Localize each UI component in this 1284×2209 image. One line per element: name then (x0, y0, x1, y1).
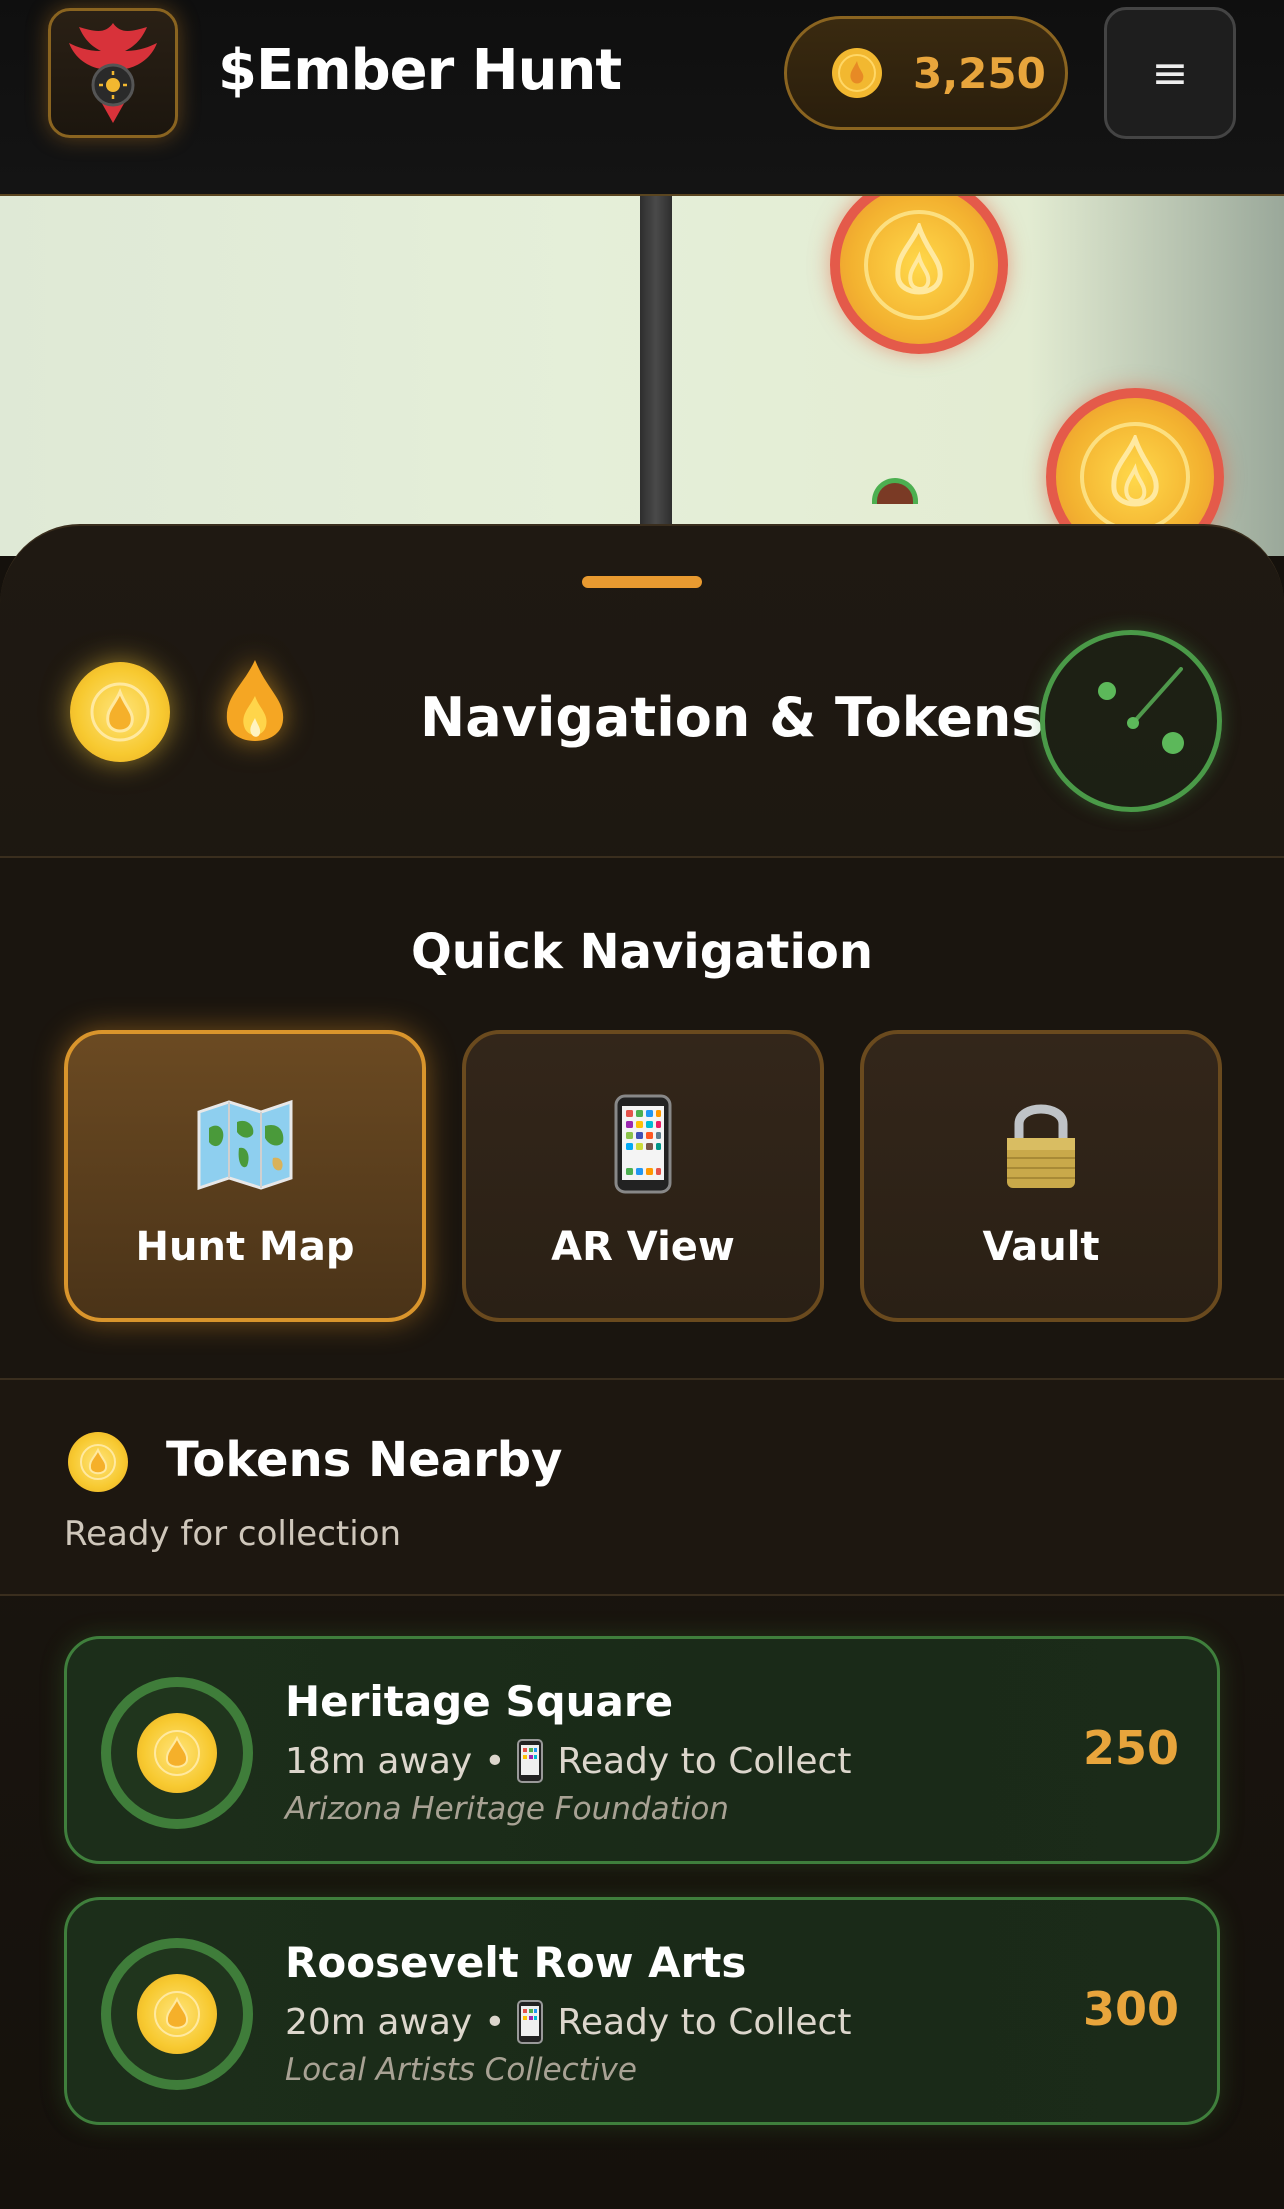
flame-icon (226, 660, 284, 741)
token-sponsor: Local Artists Collective (285, 2052, 637, 2088)
hunt-map[interactable] (0, 196, 1284, 556)
token-distance: 18m away (285, 1740, 473, 1782)
token-name: Heritage Square (285, 1677, 674, 1726)
token-distance: 20m away (285, 2001, 473, 2043)
sheet-title: Navigation & Tokens (420, 686, 1044, 749)
token-meta: 20m away • Ready to Collect (285, 2000, 851, 2044)
token-card[interactable]: Roosevelt Row Arts 20m away • Ready to C… (64, 1897, 1220, 2125)
sheet-header: Navigation & Tokens (0, 526, 1284, 858)
phone-icon (593, 1094, 693, 1194)
tokens-nearby-section: Tokens Nearby Ready for collection (0, 1380, 1284, 1596)
separator-dot: • (484, 2001, 506, 2043)
map-token-marker[interactable] (830, 196, 1008, 354)
phone-icon (517, 2000, 544, 2044)
drag-handle[interactable] (582, 576, 702, 588)
nav-label: AR View (551, 1224, 735, 1270)
nav-label: Hunt Map (135, 1224, 355, 1270)
hamburger-icon: ≡ (1151, 47, 1189, 99)
flame-icon (895, 223, 943, 295)
token-status: Ready to Collect (557, 1740, 852, 1782)
menu-button[interactable]: ≡ (1104, 7, 1236, 139)
nav-card-hunt-map[interactable]: Hunt Map (64, 1030, 426, 1322)
nav-card-ar-view[interactable]: AR View (462, 1030, 824, 1322)
token-name: Roosevelt Row Arts (285, 1938, 747, 1987)
map-icon (195, 1094, 295, 1194)
tokens-nearby-title: Tokens Nearby (166, 1432, 563, 1488)
app-header: $Ember Hunt 3,250 ≡ (0, 0, 1284, 196)
token-card[interactable]: Heritage Square 18m away • Ready to Coll… (64, 1636, 1220, 1864)
token-value: 300 (1082, 1982, 1179, 2036)
balance-pill[interactable]: 3,250 (784, 16, 1068, 130)
coin-icon (68, 1432, 128, 1492)
nav-label: Vault (982, 1224, 1100, 1270)
flame-icon (1111, 435, 1159, 507)
token-value: 250 (1082, 1721, 1179, 1775)
tokens-nearby-subtitle: Ready for collection (64, 1514, 402, 1554)
token-sponsor: Arizona Heritage Foundation (285, 1791, 729, 1827)
separator-dot: • (484, 1740, 506, 1782)
token-coin-icon (101, 1938, 253, 2090)
bottom-sheet: Navigation & Tokens Quick Navigation Hun… (0, 524, 1284, 2209)
radar-icon[interactable] (1040, 630, 1222, 812)
app-title: $Ember Hunt (218, 38, 622, 103)
quick-navigation-section: Quick Navigation Hunt Map AR View Vault (0, 858, 1284, 1380)
phoenix-logo-icon[interactable] (48, 8, 178, 138)
phone-icon (517, 1739, 544, 1783)
coin-icon (832, 48, 882, 98)
coin-icon (70, 662, 170, 762)
token-coin-icon (101, 1677, 253, 1829)
token-meta: 18m away • Ready to Collect (285, 1739, 851, 1783)
token-status: Ready to Collect (557, 2001, 852, 2043)
balance-value: 3,250 (913, 48, 1046, 98)
map-road (640, 196, 672, 556)
lock-icon (991, 1094, 1091, 1194)
quick-navigation-title: Quick Navigation (410, 924, 874, 980)
nav-card-vault[interactable]: Vault (860, 1030, 1222, 1322)
